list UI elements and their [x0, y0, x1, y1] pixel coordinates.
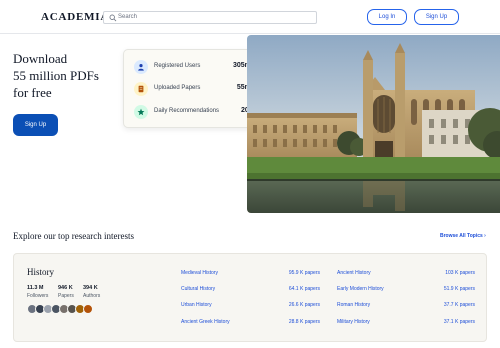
hero-headline: Download 55 million PDFs for free — [13, 50, 113, 101]
subtopic-count: 95.9 K papers — [288, 270, 320, 276]
metric-value: 394 K — [83, 285, 98, 291]
login-button[interactable]: Log In — [367, 9, 407, 25]
search-icon — [109, 14, 117, 22]
subtopic-link[interactable]: Military History — [337, 319, 370, 325]
browse-all-topics-link[interactable]: Browse All Topics › — [440, 233, 486, 239]
subtopic-link[interactable]: Ancient Greek History — [181, 319, 230, 325]
metric-label: Papers — [58, 293, 74, 299]
metric-authors: 394 K Authors — [83, 285, 100, 299]
subtopic-link[interactable]: Ancient History — [337, 270, 371, 276]
signup-button-header[interactable]: Sign Up — [414, 9, 459, 25]
search-placeholder: Search — [118, 14, 138, 20]
topic-card-history: History 11.3 M Followers 946 K Papers 39… — [13, 253, 487, 342]
hero-headline-line: for free — [13, 85, 52, 100]
hero-photo — [247, 35, 500, 213]
stat-label: Registered Users — [154, 63, 201, 69]
subtopic-count: 37.1 K papers — [443, 319, 475, 325]
subtopic-count: 37.7 K papers — [443, 302, 475, 308]
hero-headline-line: 55 million PDFs — [13, 68, 99, 83]
metric-value: 11.3 M — [27, 285, 44, 291]
section-title: Explore our top research interests — [13, 231, 134, 241]
document-icon — [134, 82, 148, 96]
subtopic-count: 28.8 K papers — [288, 319, 320, 325]
subtopic-count: 26.6 K papers — [288, 302, 320, 308]
metric-papers: 946 K Papers — [58, 285, 74, 299]
stat-uploaded-papers: Uploaded Papers 55m+ — [134, 81, 255, 97]
stat-daily-recommendations: Daily Recommendations 20m — [134, 104, 255, 120]
star-icon — [134, 105, 148, 119]
subtopic-link[interactable]: Early Modern History — [337, 286, 384, 292]
subtopic-count: 64.1 K papers — [288, 286, 320, 292]
metric-value: 946 K — [58, 285, 73, 291]
hero-headline-line: Download — [13, 51, 68, 66]
subtopic-link[interactable]: Cultural History — [181, 286, 215, 292]
signup-button-hero[interactable]: Sign Up — [13, 114, 58, 136]
subtopic-link[interactable]: Urban History — [181, 302, 212, 308]
metric-label: Followers — [27, 293, 49, 299]
kings-college-image — [247, 35, 500, 213]
stat-registered-users: Registered Users 305m+ — [134, 59, 255, 75]
user-icon — [134, 60, 148, 74]
metric-followers: 11.3 M Followers — [27, 285, 48, 299]
subtopic-link[interactable]: Roman History — [337, 302, 370, 308]
stats-card: Registered Users 305m+ Uploaded Papers 5… — [123, 49, 263, 128]
avatar[interactable] — [83, 304, 93, 314]
subtopic-count: 51.9 K papers — [443, 286, 475, 292]
academia-logo[interactable]: ACADEMIA — [41, 11, 109, 23]
subtopic-count: 103 K papers — [445, 270, 475, 276]
stat-label: Daily Recommendations — [154, 108, 220, 114]
topic-title[interactable]: History — [27, 267, 54, 277]
stat-label: Uploaded Papers — [154, 85, 201, 91]
metric-label: Authors — [83, 293, 101, 299]
top-nav: ACADEMIA Search Log In Sign Up — [0, 0, 500, 34]
search-input[interactable]: Search — [103, 11, 317, 24]
subtopic-link[interactable]: Medieval History — [181, 270, 218, 276]
